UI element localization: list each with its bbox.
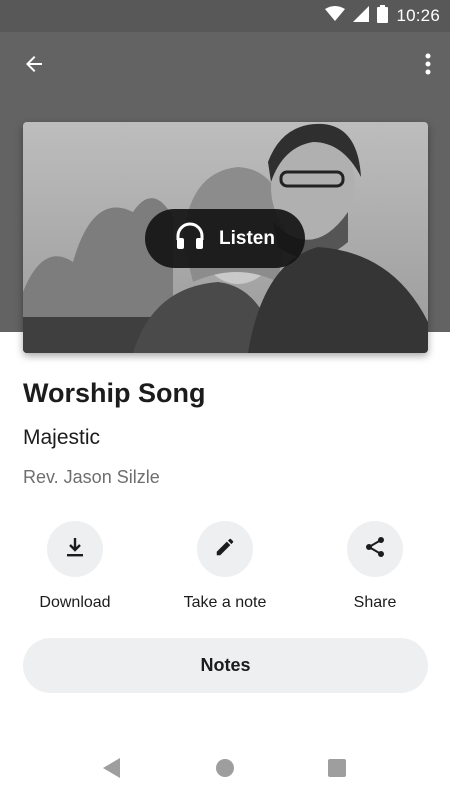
arrow-left-icon (22, 52, 46, 81)
status-time: 10:26 (396, 6, 440, 25)
speaker-name: Rev. Jason Silzle (23, 467, 160, 487)
signal-icon (353, 5, 370, 27)
subtitle: Majestic (23, 426, 101, 449)
share-button[interactable] (347, 521, 403, 577)
share-label: Share (353, 594, 397, 611)
download-action[interactable]: Download (0, 521, 150, 612)
download-label: Download (39, 594, 111, 611)
listen-button[interactable]: Listen (145, 209, 305, 268)
take-note-button[interactable] (197, 521, 253, 577)
back-triangle-icon (101, 757, 121, 784)
wifi-icon (325, 5, 346, 27)
take-note-action[interactable]: Take a note (150, 521, 300, 612)
share-action[interactable]: Share (300, 521, 450, 612)
system-nav-bar (0, 740, 450, 800)
share-icon (363, 535, 387, 564)
home-circle-icon (215, 758, 235, 783)
headphones-icon (175, 222, 205, 255)
battery-icon (377, 4, 389, 28)
page-title: Worship Song (23, 378, 206, 408)
pencil-icon (214, 536, 236, 563)
download-button[interactable] (47, 521, 103, 577)
recents-square-icon (327, 758, 347, 783)
more-vert-icon (425, 53, 431, 80)
back-button[interactable] (14, 46, 54, 86)
take-note-label: Take a note (183, 594, 267, 611)
listen-label: Listen (219, 227, 275, 249)
download-icon (64, 536, 86, 563)
nav-back-button[interactable] (98, 757, 124, 783)
status-icons: 10:26 (325, 4, 440, 28)
status-bar: 10:26 (0, 0, 450, 32)
nav-recents-button[interactable] (324, 757, 350, 783)
more-options-button[interactable] (416, 46, 440, 86)
notes-button[interactable]: Notes (23, 638, 428, 693)
nav-home-button[interactable] (212, 757, 238, 783)
